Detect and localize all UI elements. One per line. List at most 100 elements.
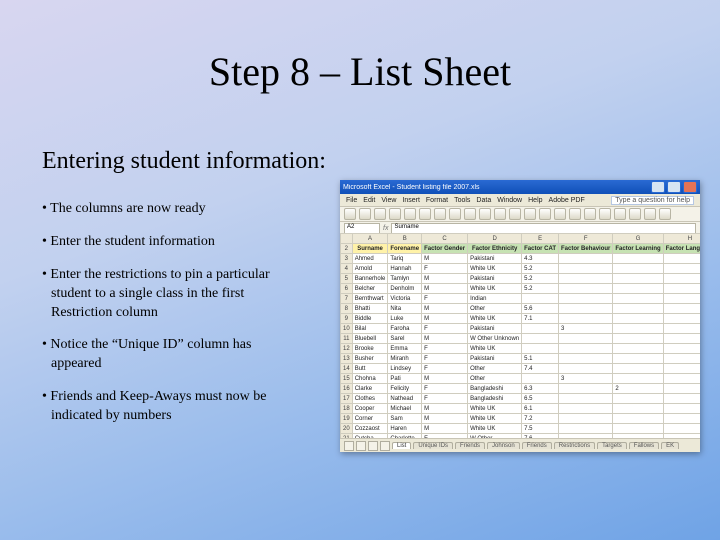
sheet-tab: Restrictions — [554, 442, 595, 449]
bullets-block: • The columns are now ready • Enter the … — [42, 200, 302, 440]
cell: White UK — [468, 414, 522, 424]
field-header: Factor Behaviour — [559, 244, 613, 254]
cell: Michael — [388, 404, 422, 414]
cell — [559, 264, 613, 274]
sheet-tab: Friends — [522, 442, 552, 449]
cell — [522, 324, 559, 334]
column-header: C — [422, 234, 468, 244]
cell: 5.6 — [522, 304, 559, 314]
cell: F — [422, 324, 468, 334]
field-header: Factor Ethnicity — [468, 244, 522, 254]
cell: Miranh — [388, 354, 422, 364]
row-header: 16 — [341, 384, 353, 394]
slide-subtitle: Entering student information: — [42, 148, 326, 175]
cell — [613, 274, 663, 284]
cell: Indian — [468, 294, 522, 304]
cell — [559, 284, 613, 294]
field-header: Factor Language — [663, 244, 700, 254]
help-ask-box: Type a question for help — [611, 196, 694, 205]
cell — [559, 344, 613, 354]
toolbar-button-icon — [644, 208, 656, 220]
row-header: 2 — [341, 244, 353, 254]
toolbar-button-icon — [479, 208, 491, 220]
cell — [663, 324, 700, 334]
slide-title: Step 8 – List Sheet — [0, 48, 720, 95]
cell — [663, 364, 700, 374]
standard-toolbar — [340, 207, 700, 222]
cell — [559, 404, 613, 414]
cell: Luke — [388, 314, 422, 324]
toolbar-button-icon — [359, 208, 371, 220]
toolbar-button-icon — [509, 208, 521, 220]
cell: 3 — [559, 324, 613, 334]
bullet-item: • Enter the restrictions to pin a partic… — [42, 266, 302, 323]
cell: White UK — [468, 424, 522, 434]
tab-nav-icon — [368, 441, 378, 451]
cell: M — [422, 284, 468, 294]
cell — [613, 364, 663, 374]
cell: 2 — [613, 384, 663, 394]
bullet-item: • Friends and Keep-Aways must now be ind… — [42, 388, 302, 426]
bullet-item: • Enter the student information — [42, 233, 302, 252]
cell: Tamlyn — [388, 274, 422, 284]
cell: Denholm — [388, 284, 422, 294]
field-header: Factor Gender — [422, 244, 468, 254]
menu-bar: FileEditViewInsertFormatToolsDataWindowH… — [340, 194, 700, 207]
minimize-icon — [651, 181, 665, 193]
cell: Hannah — [388, 264, 422, 274]
field-header: Forename — [388, 244, 422, 254]
toolbar-button-icon — [539, 208, 551, 220]
cell — [663, 384, 700, 394]
toolbar-button-icon — [629, 208, 641, 220]
sheet-tab: Fallows — [629, 442, 659, 449]
cell: White UK — [468, 314, 522, 324]
cell: 7.1 — [522, 314, 559, 324]
cell — [663, 344, 700, 354]
row-header: 3 — [341, 254, 353, 264]
row-header: 12 — [341, 344, 353, 354]
cell: Clothes — [352, 394, 388, 404]
cell: Other — [468, 374, 522, 384]
menu-item: File — [346, 197, 357, 204]
cell: Pakistani — [468, 324, 522, 334]
cell — [613, 334, 663, 344]
cell: F — [422, 344, 468, 354]
sheet-tab: EK — [661, 442, 679, 449]
cell — [559, 274, 613, 284]
cell — [663, 274, 700, 284]
cell: Emma — [388, 344, 422, 354]
row-header: 17 — [341, 394, 353, 404]
cell: Cooper — [352, 404, 388, 414]
cell — [663, 404, 700, 414]
cell — [613, 284, 663, 294]
cell: F — [422, 294, 468, 304]
column-header — [341, 234, 353, 244]
cell: Haren — [388, 424, 422, 434]
row-header: 4 — [341, 264, 353, 274]
menu-item: Help — [528, 197, 542, 204]
cell: White UK — [468, 264, 522, 274]
field-header: Factor Learning — [613, 244, 663, 254]
cell: Victoria — [388, 294, 422, 304]
cell — [613, 414, 663, 424]
cell: Bernthwart — [352, 294, 388, 304]
cell: White UK — [468, 284, 522, 294]
cell — [613, 324, 663, 334]
cell — [522, 374, 559, 384]
menu-item: Tools — [454, 197, 470, 204]
cell — [663, 264, 700, 274]
cell — [559, 254, 613, 264]
row-header: 7 — [341, 294, 353, 304]
cell — [559, 424, 613, 434]
cell — [613, 264, 663, 274]
cell — [613, 254, 663, 264]
cell — [663, 394, 700, 404]
cell: Lindsey — [388, 364, 422, 374]
menu-item: Window — [497, 197, 522, 204]
cell — [559, 394, 613, 404]
toolbar-button-icon — [554, 208, 566, 220]
row-header: 8 — [341, 304, 353, 314]
cell: Bilal — [352, 324, 388, 334]
cell — [663, 414, 700, 424]
cell: Brooke — [352, 344, 388, 354]
